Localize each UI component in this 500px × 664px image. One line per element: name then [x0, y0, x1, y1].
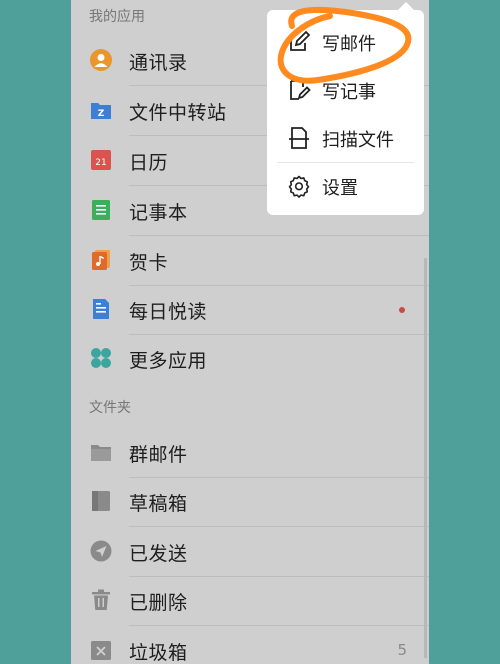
- scrollbar[interactable]: [424, 258, 427, 658]
- folder-item-spam[interactable]: 垃圾箱 5: [71, 626, 429, 664]
- drafts-icon: [92, 491, 110, 511]
- more-apps-icon: [91, 348, 111, 368]
- menu-label: 写邮件: [322, 34, 376, 55]
- greeting-card-icon: [92, 250, 110, 270]
- calendar-icon: 21: [91, 150, 111, 170]
- app-label: 通讯录: [129, 52, 188, 74]
- app-label: 文件中转站: [129, 102, 227, 124]
- trash-icon: [92, 589, 110, 610]
- notebook-icon: [92, 200, 110, 220]
- app-label: 日历: [129, 152, 169, 174]
- menu-item-write-note[interactable]: 写记事: [267, 66, 424, 114]
- app-label: 记事本: [129, 202, 188, 224]
- svg-text:21: 21: [95, 158, 106, 168]
- compose-edit-icon: [290, 30, 311, 51]
- folder-item-deleted[interactable]: 已删除: [71, 576, 429, 626]
- folder-label: 垃圾箱: [129, 642, 188, 664]
- menu-label: 设置: [322, 178, 358, 199]
- svg-text:Z: Z: [98, 109, 105, 119]
- menu-item-settings[interactable]: 设置: [267, 162, 424, 210]
- app-label: 贺卡: [129, 252, 169, 274]
- group-mail-folder-icon: [91, 445, 111, 461]
- unread-dot: [399, 307, 405, 313]
- scan-document-icon: [289, 127, 309, 149]
- folder-label: 已删除: [129, 592, 188, 614]
- menu-item-compose[interactable]: 写邮件: [267, 18, 424, 66]
- file-transfer-icon: Z: [91, 103, 111, 119]
- app-item-daily-reading[interactable]: 每日悦读: [71, 285, 429, 335]
- menu-item-scan-document[interactable]: 扫描文件: [267, 114, 424, 162]
- folders-header: 文件夹: [89, 400, 131, 416]
- add-menu-popup: 写邮件 写记事 扫描文件 设置: [267, 2, 424, 215]
- contacts-icon: [90, 49, 112, 71]
- sent-icon: [90, 540, 112, 562]
- app-item-more-apps[interactable]: 更多应用: [71, 334, 429, 384]
- app-label: 每日悦读: [129, 301, 208, 323]
- app-item-greeting-card[interactable]: 贺卡: [71, 236, 429, 286]
- gear-icon: [288, 175, 310, 198]
- folder-label: 草稿箱: [129, 493, 188, 515]
- spam-count: 5: [397, 641, 407, 659]
- spam-icon: [91, 641, 111, 660]
- daily-reading-icon: [93, 299, 109, 319]
- menu-label: 写记事: [322, 82, 376, 103]
- folder-label: 群邮件: [129, 444, 188, 466]
- write-note-icon: [290, 80, 311, 100]
- menu-label: 扫描文件: [322, 130, 394, 151]
- my-apps-header: 我的应用: [89, 9, 145, 25]
- folder-label: 已发送: [129, 543, 188, 565]
- folder-item-group-mail[interactable]: 群邮件: [71, 428, 429, 478]
- folder-item-sent[interactable]: 已发送: [71, 527, 429, 577]
- app-label: 更多应用: [129, 350, 208, 372]
- folder-item-drafts[interactable]: 草稿箱: [71, 477, 429, 527]
